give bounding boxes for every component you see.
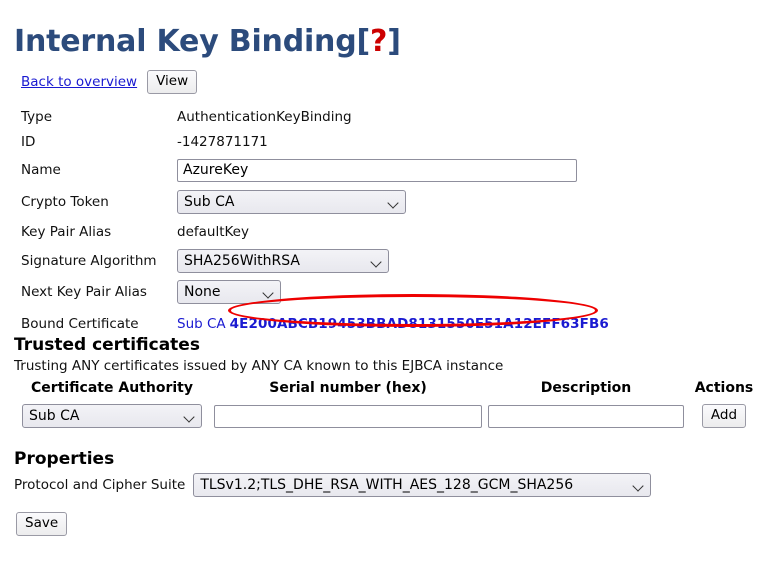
signature-algorithm-select-wrap: SHA256WithRSA	[177, 249, 389, 273]
field-row-signature-algorithm: Signature Algorithm SHA256WithRSA	[21, 246, 761, 276]
navigation-row: Back to overview View	[21, 70, 198, 94]
column-header-certificate-authority: Certificate Authority	[31, 380, 193, 396]
key-binding-field-list: Type AuthenticationKeyBinding ID -142787…	[21, 104, 761, 340]
label-type: Type	[21, 108, 53, 125]
name-input[interactable]	[177, 158, 577, 182]
value-crypto-token: Sub CA	[177, 190, 761, 214]
value-type: AuthenticationKeyBinding	[177, 108, 352, 125]
value-next-key-pair-alias: None	[177, 280, 761, 304]
view-button[interactable]: View	[147, 70, 198, 94]
help-question-icon[interactable]: ?	[370, 24, 387, 59]
description-input[interactable]	[488, 404, 684, 428]
table-row: Sub CA Add	[14, 404, 762, 428]
label-id: ID	[21, 133, 36, 150]
label-bound-certificate: Bound Certificate	[21, 316, 139, 332]
field-row-type: Type AuthenticationKeyBinding	[21, 104, 761, 129]
serial-number-input[interactable]	[214, 404, 482, 428]
crypto-token-select-wrap: Sub CA	[177, 190, 406, 214]
value-id: -1427871171	[177, 133, 268, 150]
field-row-crypto-token: Crypto Token Sub CA	[21, 186, 761, 218]
label-signature-algorithm: Signature Algorithm	[21, 253, 157, 269]
field-row-id: ID -1427871171	[21, 129, 761, 154]
field-row-name: Name	[21, 154, 761, 186]
internal-key-binding-page: Internal Key Binding[?] Back to overview…	[0, 0, 777, 572]
ca-select-wrap: Sub CA	[22, 404, 202, 428]
field-row-next-key-pair-alias: Next Key Pair Alias None	[21, 276, 761, 308]
crypto-token-select[interactable]: Sub CA	[177, 190, 406, 214]
protocol-cipher-suite-row: Protocol and Cipher Suite TLSv1.2;TLS_DH…	[14, 473, 652, 497]
page-title-bracket-close: ]	[387, 24, 401, 59]
value-name	[177, 158, 761, 182]
trusted-certificates-table: Certificate Authority Serial number (hex…	[14, 380, 762, 428]
field-row-key-pair-alias: Key Pair Alias defaultKey	[21, 218, 761, 246]
cell-serial-number	[210, 404, 486, 428]
label-next-key-pair-alias: Next Key Pair Alias	[21, 284, 147, 300]
save-button[interactable]: Save	[16, 512, 68, 536]
column-header-actions: Actions	[694, 380, 754, 396]
properties-heading: Properties	[14, 449, 115, 469]
page-title: Internal Key Binding[?]	[14, 24, 401, 59]
label-crypto-token: Crypto Token	[21, 194, 109, 210]
next-key-pair-alias-select[interactable]: None	[177, 280, 281, 304]
protocol-cipher-suite-select[interactable]: TLSv1.2;TLS_DHE_RSA_WITH_AES_128_GCM_SHA…	[193, 473, 652, 497]
signature-algorithm-select[interactable]: SHA256WithRSA	[177, 249, 389, 273]
column-header-description: Description	[540, 380, 632, 396]
value-key-pair-alias: defaultKey	[177, 224, 249, 240]
trusted-certificates-description: Trusting ANY certificates issued by ANY …	[14, 358, 504, 374]
table-header-row: Certificate Authority Serial number (hex…	[14, 380, 762, 404]
cell-description	[486, 404, 686, 428]
value-signature-algorithm: SHA256WithRSA	[177, 249, 761, 273]
label-name: Name	[21, 162, 61, 178]
cipher-select-wrap: TLSv1.2;TLS_DHE_RSA_WITH_AES_128_GCM_SHA…	[193, 473, 652, 497]
trusted-certificates-table-body: Sub CA Add	[14, 404, 762, 428]
cell-certificate-authority: Sub CA	[14, 404, 210, 428]
label-key-pair-alias: Key Pair Alias	[21, 224, 112, 240]
trusted-certificates-table-head: Certificate Authority Serial number (hex…	[14, 380, 762, 404]
back-to-overview-link[interactable]: Back to overview	[21, 74, 137, 90]
add-button[interactable]: Add	[701, 404, 747, 428]
value-bound-certificate: Sub CA 4E200ABCB19453BBAD8131550E51A12EF…	[177, 316, 761, 332]
certificate-authority-select[interactable]: Sub CA	[22, 404, 202, 428]
bound-certificate-ca-link[interactable]: Sub CA	[177, 316, 226, 332]
cell-actions: Add	[686, 404, 762, 428]
column-header-serial-number: Serial number (hex)	[269, 380, 427, 396]
label-protocol-cipher-suite: Protocol and Cipher Suite	[14, 477, 186, 493]
page-title-text: Internal Key Binding[	[14, 24, 371, 59]
bound-certificate-serial-link[interactable]: 4E200ABCB19453BBAD8131550E51A12EFF63FB6	[230, 316, 609, 332]
trusted-certificates-heading: Trusted certificates	[14, 335, 200, 355]
next-key-pair-alias-select-wrap: None	[177, 280, 281, 304]
